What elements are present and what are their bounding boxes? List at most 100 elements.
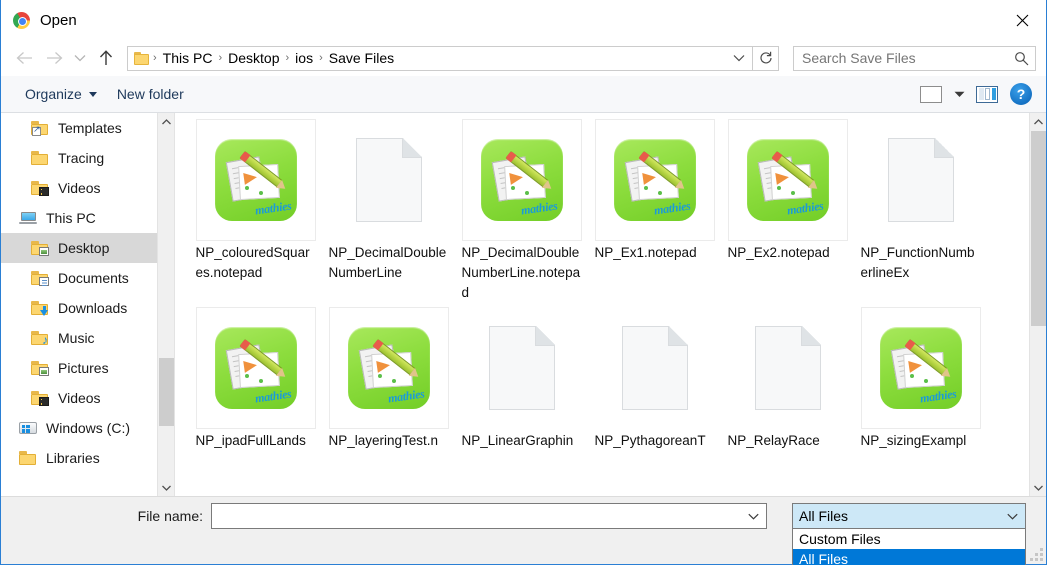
- folder-downloads-icon: [31, 300, 49, 316]
- file-name-label: NP_DecimalDoubleNumberLine: [328, 245, 447, 280]
- search-icon: [1015, 51, 1029, 65]
- file-type-option-all-files[interactable]: All Files: [793, 549, 1025, 565]
- sidebar-item-desktop[interactable]: Desktop: [1, 233, 174, 263]
- sidebar-item-this-pc[interactable]: This PC: [1, 203, 174, 233]
- navigation-list: Templates Tracing Videos: [1, 113, 174, 473]
- sidebar-item-pictures[interactable]: Pictures: [1, 353, 174, 383]
- recent-locations-button[interactable]: [69, 43, 91, 73]
- view-mode-dropdown-button[interactable]: [948, 79, 970, 109]
- folder-icon: [134, 51, 150, 65]
- file-name-input[interactable]: [218, 508, 742, 524]
- search-box[interactable]: Search Save Files: [793, 45, 1036, 71]
- file-thumbnail: [861, 119, 981, 241]
- close-button[interactable]: [999, 0, 1046, 40]
- app-icon-caption: mathies: [653, 198, 692, 218]
- sidebar-item-windows-c[interactable]: Windows (C:): [1, 413, 174, 443]
- sidebar-item-libraries[interactable]: Libraries: [1, 443, 174, 473]
- blank-document-icon: [754, 326, 821, 410]
- sidebar-scroll-down-button[interactable]: [158, 479, 174, 496]
- file-item[interactable]: mathies NP_DecimalDoubleNumberLine.notep…: [455, 119, 588, 303]
- preview-pane-button[interactable]: [970, 79, 1004, 109]
- dialog-body: Templates Tracing Videos: [1, 113, 1046, 496]
- sidebar-item-videos[interactable]: Videos: [1, 173, 174, 203]
- app-icon-caption: mathies: [254, 198, 293, 218]
- file-type-filter-combobox[interactable]: All Files: [792, 503, 1026, 529]
- file-item[interactable]: mathies NP_layeringTest.n: [322, 307, 455, 451]
- sidebar-item-label: Videos: [58, 180, 101, 196]
- file-list-scroll-up-button[interactable]: [1030, 113, 1046, 130]
- chevron-down-icon: [162, 485, 171, 491]
- folder-icon: [19, 450, 37, 466]
- file-item[interactable]: mathies NP_Ex1.notepad: [588, 119, 721, 303]
- sidebar-item-downloads[interactable]: Downloads: [1, 293, 174, 323]
- chevron-down-icon: [1034, 485, 1043, 491]
- mathies-notepad-icon: mathies: [613, 139, 696, 221]
- file-name-label-text: File name:: [137, 508, 203, 524]
- file-type-option-custom-files[interactable]: Custom Files: [793, 529, 1025, 549]
- forward-button[interactable]: [39, 43, 69, 73]
- file-thumbnail: mathies: [594, 119, 715, 241]
- file-item[interactable]: NP_RelayRace: [721, 307, 854, 451]
- up-button[interactable]: [91, 43, 121, 73]
- file-type-filter-value: All Files: [799, 508, 849, 524]
- breadcrumb-desktop[interactable]: Desktop: [223, 50, 284, 66]
- file-thumbnail: mathies: [860, 307, 981, 429]
- open-file-dialog: Open › This PC › Desktop › ios › Save Fi…: [0, 0, 1047, 565]
- help-button[interactable]: ?: [1004, 79, 1038, 109]
- sidebar-item-tracing[interactable]: Tracing: [1, 143, 174, 173]
- file-thumbnail: [329, 119, 449, 241]
- file-item[interactable]: mathies NP_Ex2.notepad: [721, 119, 854, 303]
- file-item[interactable]: mathies NP_colouredSquares.notepad: [189, 119, 322, 303]
- file-item[interactable]: NP_LinearGraphin: [455, 307, 588, 451]
- search-input[interactable]: Search Save Files: [802, 50, 1014, 66]
- file-name-label: NP_FunctionNumberlineEx: [860, 245, 975, 280]
- file-item[interactable]: NP_FunctionNumberlineEx: [854, 119, 987, 303]
- back-button[interactable]: [9, 43, 39, 73]
- sidebar-item-documents[interactable]: Documents: [1, 263, 174, 293]
- file-name-combobox[interactable]: [211, 503, 767, 529]
- file-list-scroll-down-button[interactable]: [1030, 479, 1046, 496]
- breadcrumb-ios[interactable]: ios: [290, 50, 318, 66]
- file-item[interactable]: mathies NP_sizingExampl: [854, 307, 987, 451]
- sidebar-item-templates[interactable]: Templates: [1, 113, 174, 143]
- dialog-footer: File name: All Files Custom Files All Fi…: [1, 496, 1046, 565]
- file-grid: mathies NP_colouredSquares.notepad NP_De…: [175, 113, 1029, 496]
- window-title: Open: [40, 11, 77, 29]
- new-folder-button[interactable]: New folder: [107, 82, 194, 106]
- file-item[interactable]: NP_DecimalDoubleNumberLine: [322, 119, 455, 303]
- breadcrumb-save-files[interactable]: Save Files: [324, 50, 399, 66]
- sidebar-item-label: Documents: [58, 270, 129, 286]
- file-type-filter-dropdown-button[interactable]: [1001, 504, 1023, 528]
- mathies-notepad-icon: mathies: [480, 139, 563, 221]
- breadcrumb-dropdown-button[interactable]: [728, 47, 750, 70]
- file-thumbnail: mathies: [461, 119, 582, 241]
- app-icon-caption: mathies: [520, 198, 559, 218]
- file-item[interactable]: mathies NP_ipadFullLands: [189, 307, 322, 451]
- this-pc-icon: [19, 210, 37, 226]
- sidebar-scrollbar-thumb[interactable]: [159, 358, 174, 426]
- sidebar-scroll-up-button[interactable]: [158, 113, 174, 130]
- file-type-filter-dropdown-list[interactable]: Custom Files All Files: [792, 529, 1026, 565]
- file-item[interactable]: NP_PythagoreanT: [588, 307, 721, 451]
- folder-videos-icon: [31, 180, 49, 196]
- folder-pictures-icon: [31, 360, 49, 376]
- file-list-scrollbar-thumb[interactable]: [1031, 131, 1046, 326]
- sidebar-scrollbar[interactable]: [157, 113, 174, 496]
- sidebar-item-music[interactable]: ♪ Music: [1, 323, 174, 353]
- help-icon: ?: [1010, 83, 1032, 105]
- file-name-dropdown-button[interactable]: [742, 504, 764, 528]
- resize-grip-icon[interactable]: [1030, 548, 1043, 561]
- view-mode-button[interactable]: [914, 79, 948, 109]
- blank-document-icon: [355, 138, 422, 222]
- close-icon: [1016, 14, 1029, 26]
- drive-windows-icon: [19, 420, 37, 436]
- breadcrumb-bar[interactable]: › This PC › Desktop › ios › Save Files: [127, 45, 753, 71]
- title-bar: Open: [1, 0, 1046, 40]
- sidebar-item-label: Pictures: [58, 360, 109, 376]
- sidebar-item-videos-2[interactable]: Videos: [1, 383, 174, 413]
- organize-button[interactable]: Organize: [15, 82, 107, 106]
- up-arrow-icon: [99, 50, 113, 65]
- breadcrumb-this-pc[interactable]: This PC: [158, 50, 218, 66]
- refresh-button[interactable]: [753, 45, 779, 71]
- file-list-scrollbar[interactable]: [1029, 113, 1046, 496]
